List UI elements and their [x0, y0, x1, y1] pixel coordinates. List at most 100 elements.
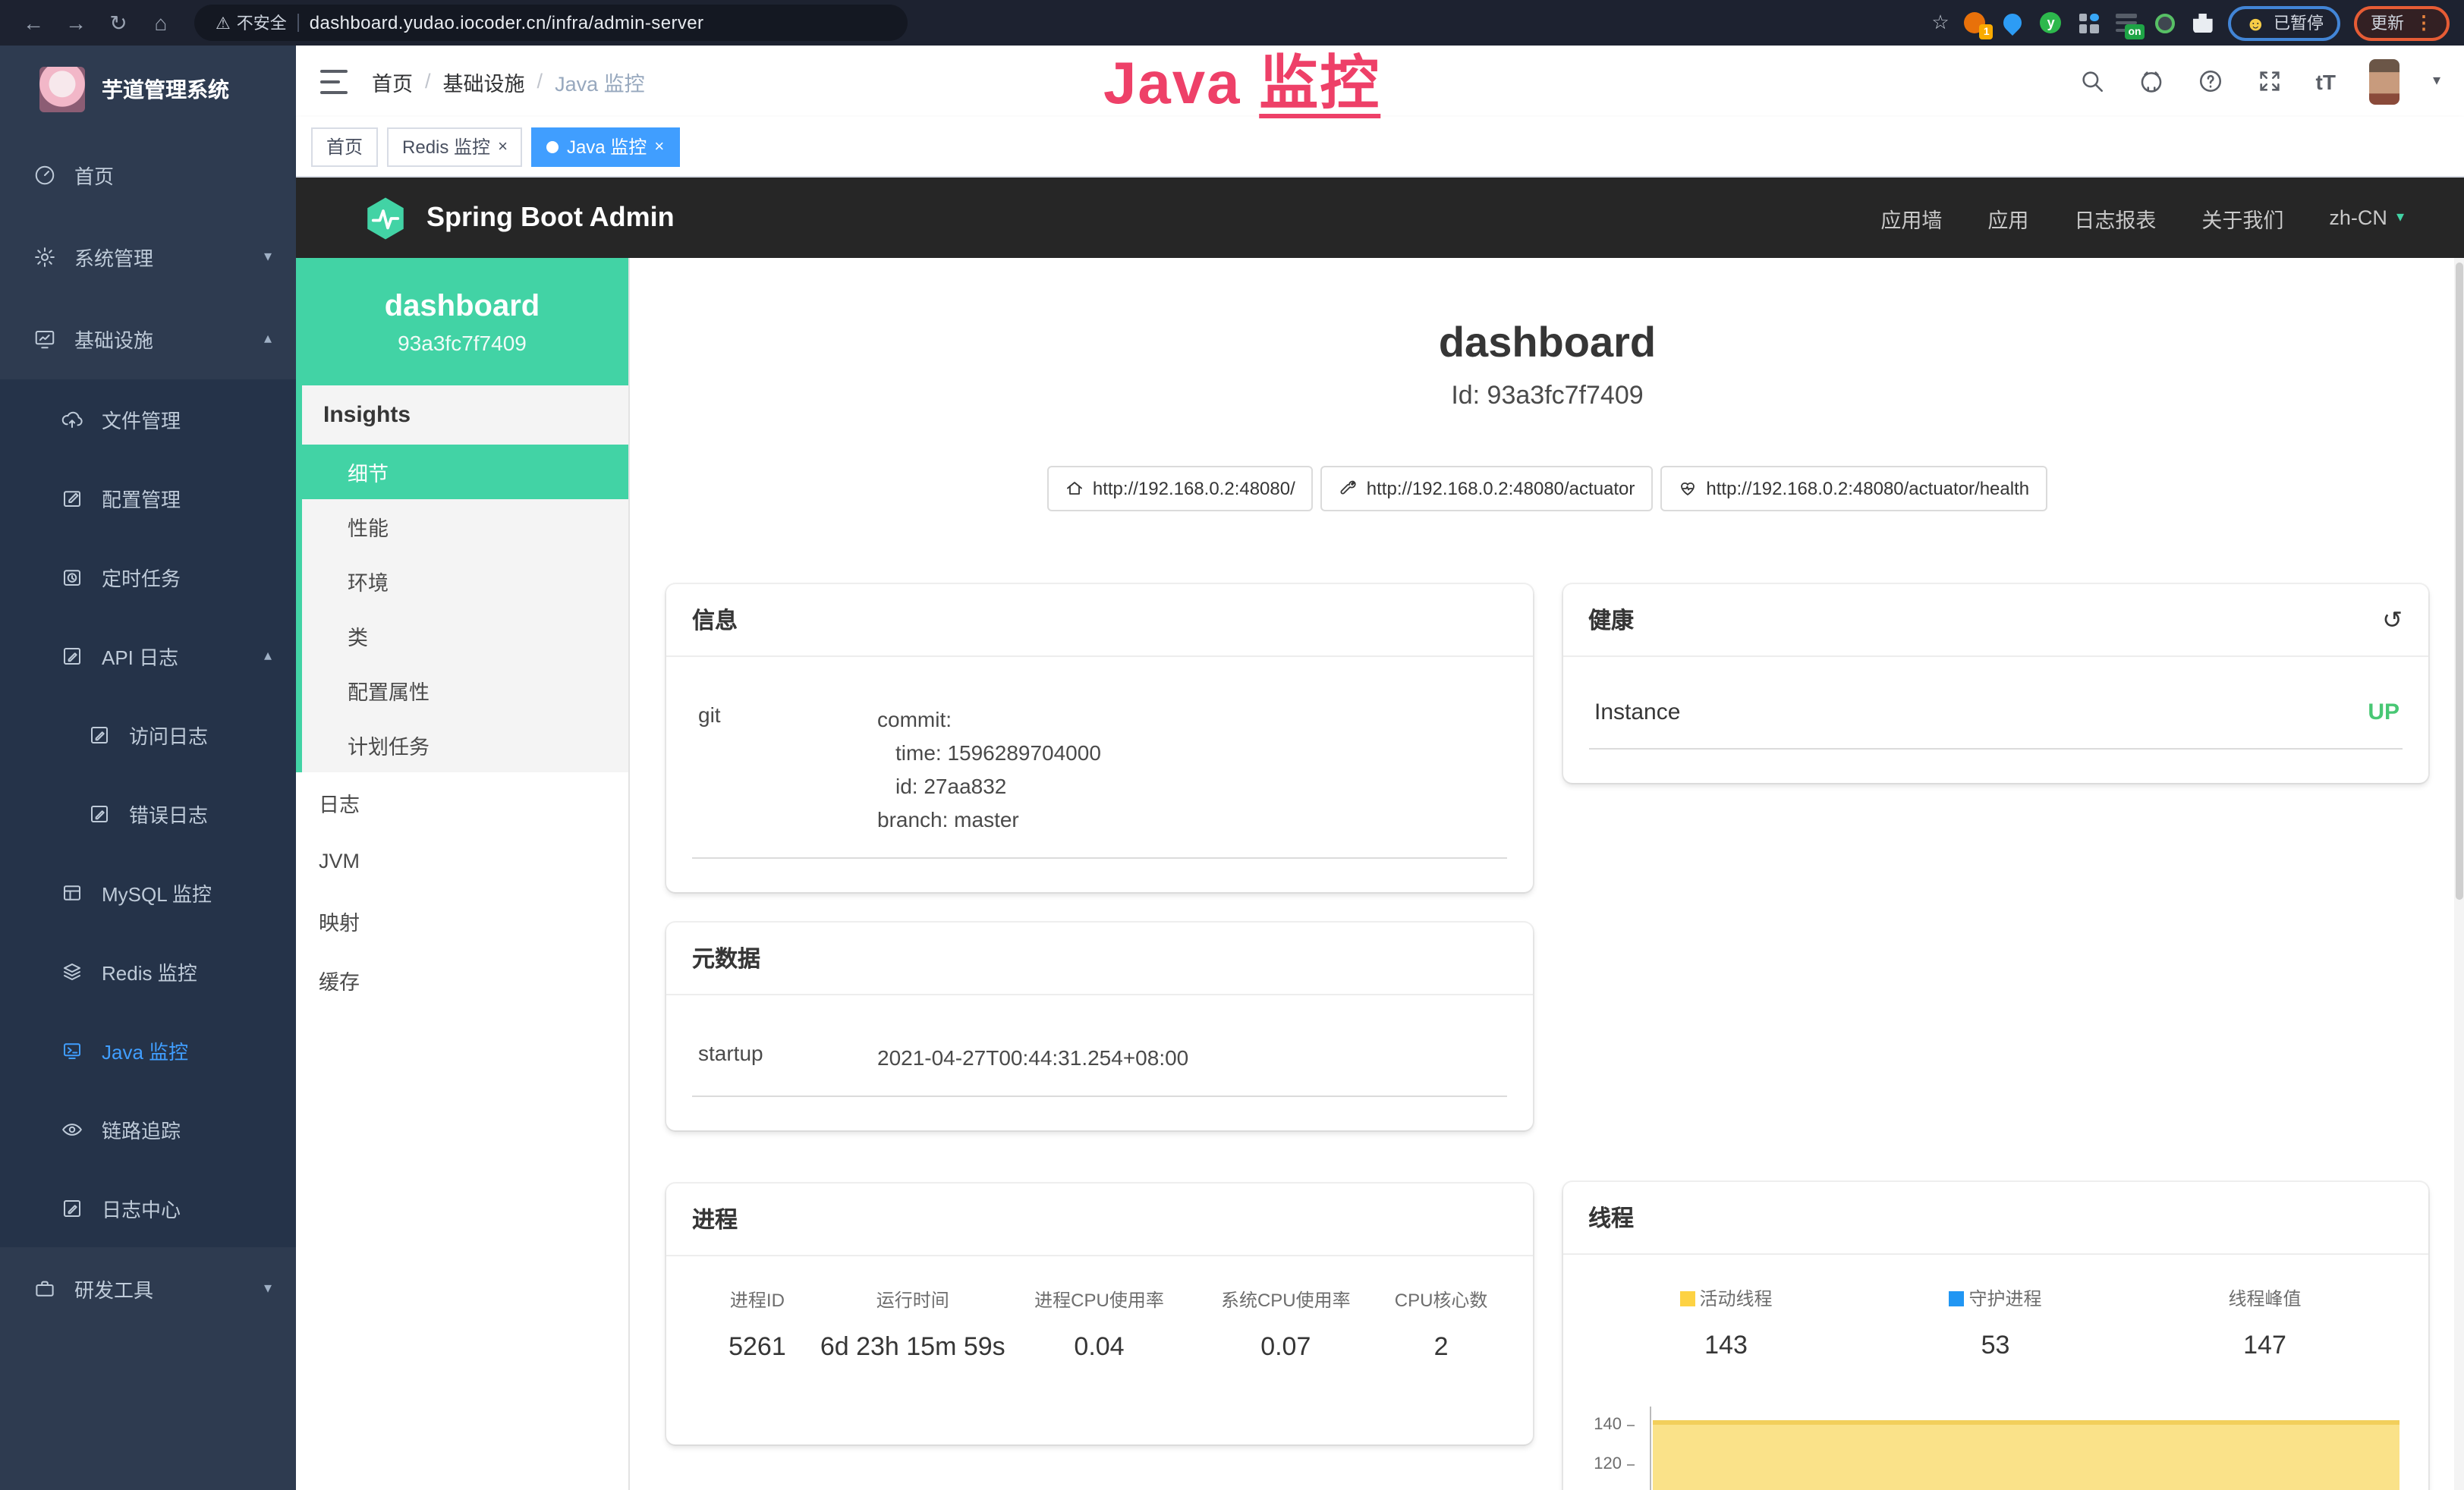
tag-redis-monitor[interactable]: Redis 监控 × [387, 127, 523, 166]
sidebar-item-api-log[interactable]: API 日志 ▴ [0, 616, 296, 695]
log-edit-icon [61, 644, 83, 667]
browser-menu-icon[interactable]: ⋮ [2415, 12, 2433, 33]
insight-item-classes[interactable]: 类 [302, 608, 628, 663]
breadcrumb: 首页 / 基础设施 / Java 监控 [372, 66, 645, 96]
sidebar-item-files[interactable]: 文件管理 [0, 379, 296, 458]
insight-item-details[interactable]: 细节 [302, 445, 628, 499]
metadata-card: 元数据 startup 2021-04-27T00:44:31.254+08:0… [666, 923, 1532, 1130]
extension-icon-pin[interactable] [2001, 11, 2025, 35]
system-cpu: 0.07 [1192, 1332, 1379, 1363]
app-logo-image [39, 67, 85, 112]
metadata-card-title: 元数据 [666, 923, 1532, 995]
font-size-icon[interactable]: tT [2316, 69, 2336, 93]
timer-icon [61, 565, 83, 588]
chevron-down-icon: ▾ [2396, 209, 2404, 226]
sidebar-item-config[interactable]: 配置管理 [0, 458, 296, 537]
scrollbar-track[interactable] [2454, 258, 2464, 1490]
paused-indicator[interactable]: ☻ 已暂停 [2229, 5, 2340, 40]
bookmark-star-icon[interactable]: ☆ [1931, 11, 1949, 35]
instance-id: 93a3fc7f7409 [398, 330, 527, 354]
tag-java-monitor[interactable]: Java 监控 × [532, 127, 679, 166]
github-icon[interactable] [2138, 68, 2164, 94]
browser-reload-button[interactable]: ↻ [100, 6, 137, 39]
chevron-down-icon[interactable]: ▾ [2433, 73, 2440, 90]
sidebar-item-java-monitor[interactable]: Java 监控 [0, 1011, 296, 1089]
sidebar-item-jobs[interactable]: 定时任务 [0, 537, 296, 616]
security-warning[interactable]: ⚠ 不安全 [216, 11, 287, 35]
sba-logo-icon [363, 195, 408, 240]
url-divider [297, 14, 299, 32]
avatar[interactable] [2369, 58, 2399, 104]
chart-plot-area [1649, 1407, 2399, 1490]
sba-brand[interactable]: Spring Boot Admin [363, 195, 675, 240]
browser-home-button[interactable]: ⌂ [143, 6, 179, 39]
breadcrumb-infra[interactable]: 基础设施 [443, 66, 525, 96]
browser-actions: ☆ 1 y on ☻ 已暂停 更新 ⋮ [1931, 5, 2450, 40]
sidebar-item-home[interactable]: 首页 [0, 134, 296, 215]
extension-icon-green-y[interactable]: y [2039, 11, 2063, 35]
insights-section: Insights 细节 性能 环境 类 配置属性 计划任务 [296, 385, 628, 772]
menu-item-mappings[interactable]: 映射 [296, 891, 628, 950]
search-icon[interactable] [2079, 68, 2105, 94]
threads-card-title: 线程 [1562, 1182, 2428, 1255]
extension-on-badge: on [2125, 24, 2145, 39]
extension-icon-rows[interactable]: on [2115, 11, 2139, 35]
insight-item-metrics[interactable]: 性能 [302, 499, 628, 554]
fullscreen-icon[interactable] [2257, 68, 2283, 94]
sidebar-item-tracing[interactable]: 链路追踪 [0, 1089, 296, 1168]
navbar-actions: tT ▾ [2079, 58, 2441, 104]
address-bar[interactable]: ⚠ 不安全 dashboard.yudao.iocoder.cn/infra/a… [194, 5, 908, 41]
extension-icon-puzzle[interactable] [2191, 11, 2215, 35]
sidebar-item-access-log[interactable]: 访问日志 [0, 695, 296, 774]
sba-link-about[interactable]: 关于我们 [2201, 203, 2283, 233]
update-button[interactable]: 更新 ⋮ [2354, 5, 2450, 40]
browser-forward-button[interactable]: → [58, 6, 94, 39]
actuator-url-button[interactable]: http://192.168.0.2:48080/actuator [1321, 466, 1654, 511]
history-icon[interactable]: ↺ [2382, 605, 2403, 635]
close-icon[interactable]: × [498, 137, 508, 156]
sidebar-item-redis[interactable]: Redis 监控 [0, 932, 296, 1011]
extension-icon-leaf[interactable] [2153, 11, 2177, 35]
tag-home[interactable]: 首页 [311, 127, 378, 166]
metadata-startup-row: startup 2021-04-27T00:44:31.254+08:00 [692, 1020, 1506, 1097]
insight-item-configprops[interactable]: 配置属性 [302, 663, 628, 718]
cloud-upload-icon [61, 407, 83, 430]
scrollbar-thumb[interactable] [2456, 262, 2463, 900]
endpoint-buttons: http://192.168.0.2:48080/ http://192.168… [630, 466, 2464, 511]
extension-icon-grid[interactable] [2077, 11, 2101, 35]
instance-header: dashboard 93a3fc7f7409 [296, 258, 628, 385]
menu-item-jvm[interactable]: JVM [296, 831, 628, 891]
insight-item-env[interactable]: 环境 [302, 554, 628, 608]
sidebar-item-dev-tools[interactable]: 研发工具 ▾ [0, 1247, 296, 1329]
chevron-down-icon: ▾ [264, 248, 272, 265]
page-title: dashboard [630, 319, 2464, 367]
sidebar-item-mysql[interactable]: MySQL 监控 [0, 853, 296, 932]
sidebar-item-log-center[interactable]: 日志中心 [0, 1168, 296, 1247]
update-label: 更新 [2371, 11, 2404, 35]
sba-link-applications[interactable]: 应用 [1987, 203, 2028, 233]
app-logo-row[interactable]: 芋道管理系统 [0, 46, 296, 134]
insights-title: Insights [302, 385, 628, 445]
browser-back-button[interactable]: ← [15, 6, 52, 39]
info-card: 信息 git commit: time: 1596289704000 id: 2… [666, 584, 1532, 892]
sba-navbar: Spring Boot Admin 应用墙 应用 日志报表 关于我们 zh-CN… [296, 178, 2464, 258]
sidebar-item-infra[interactable]: 基础设施 ▴ [0, 297, 296, 379]
health-url-button[interactable]: http://192.168.0.2:48080/actuator/health [1660, 466, 2047, 511]
menu-item-logs[interactable]: 日志 [296, 772, 628, 831]
close-icon[interactable]: × [654, 137, 664, 156]
service-url-button[interactable]: http://192.168.0.2:48080/ [1047, 466, 1314, 511]
hamburger-icon[interactable] [320, 69, 348, 93]
home-icon [1065, 479, 1084, 498]
sba-link-wall[interactable]: 应用墙 [1880, 203, 1942, 233]
extension-icon-orange[interactable]: 1 [1963, 11, 1987, 35]
sba-link-journal[interactable]: 日志报表 [2074, 203, 2156, 233]
help-icon[interactable] [2198, 68, 2223, 94]
menu-item-caches[interactable]: 缓存 [296, 950, 628, 1009]
process-uptime: 6d 23h 15m 59s [820, 1332, 1006, 1363]
sidebar-item-system[interactable]: 系统管理 ▾ [0, 215, 296, 297]
breadcrumb-home[interactable]: 首页 [372, 66, 413, 96]
insight-item-scheduledtasks[interactable]: 计划任务 [302, 718, 628, 772]
language-selector[interactable]: zh-CN ▾ [2329, 206, 2404, 229]
sidebar-item-error-log[interactable]: 错误日志 [0, 774, 296, 853]
dashboard-gauge-icon [33, 163, 56, 186]
